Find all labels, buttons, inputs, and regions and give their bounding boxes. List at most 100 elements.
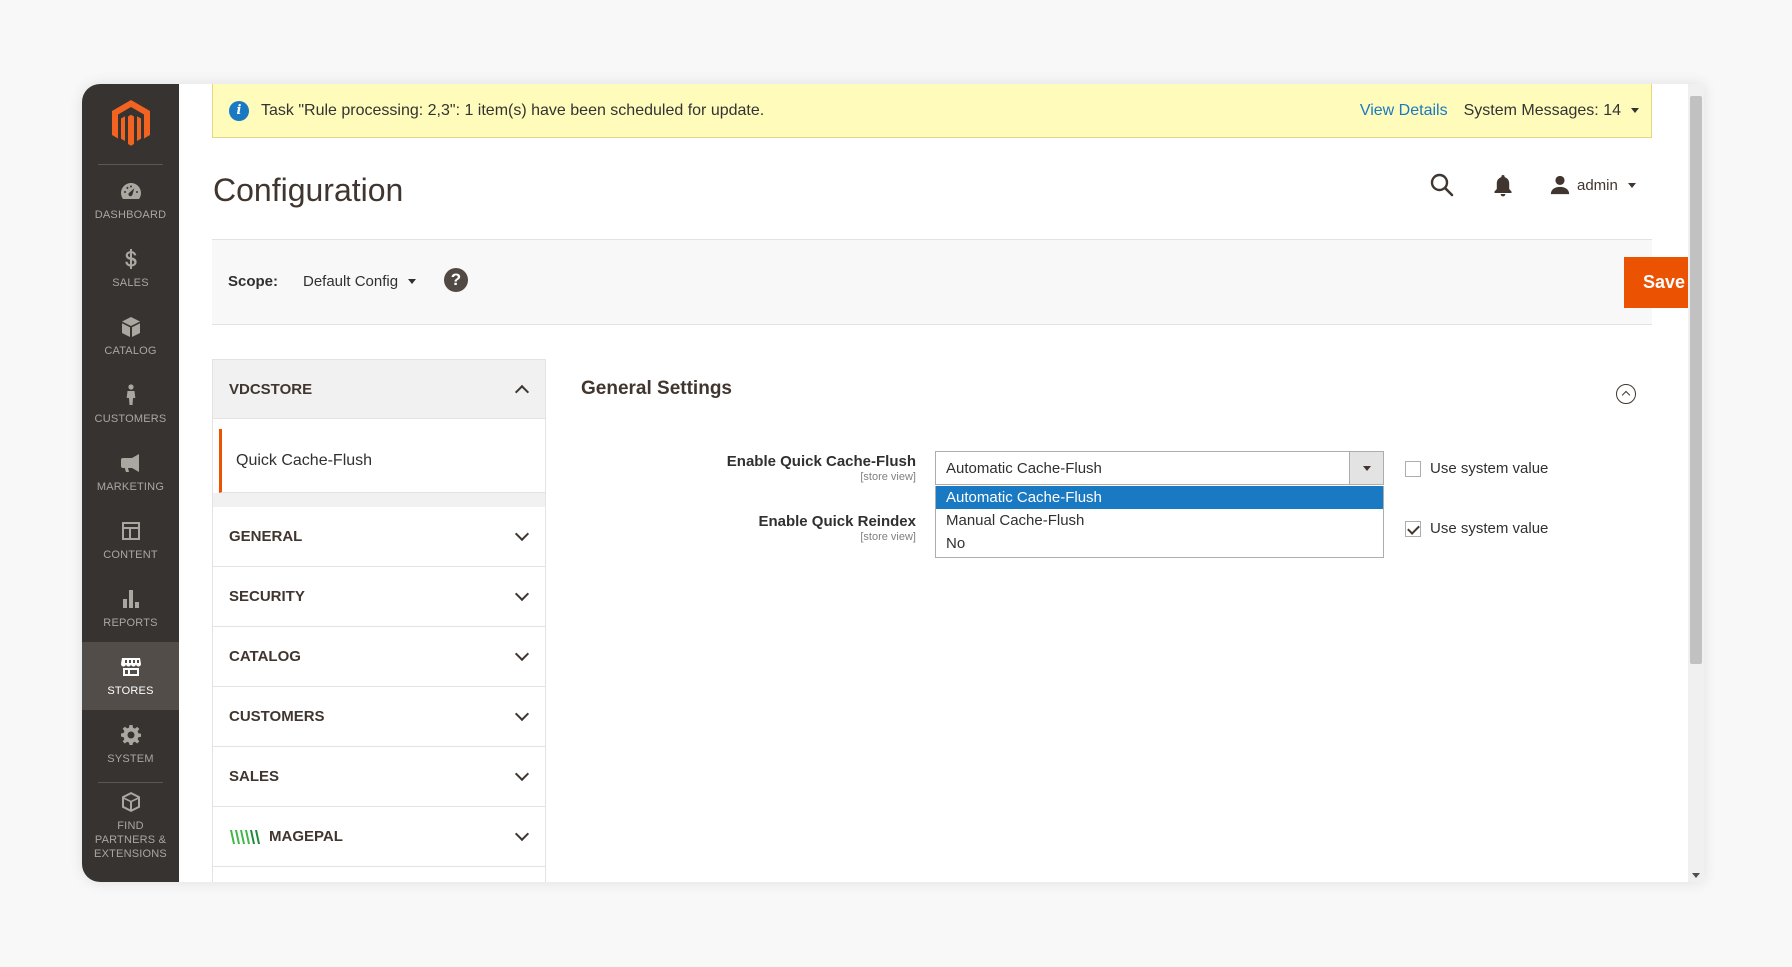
view-details-link[interactable]: View Details — [1360, 102, 1448, 120]
chevron-down-icon — [514, 706, 530, 722]
section-title: GENERAL — [229, 528, 303, 545]
sidebar-item-customers[interactable]: CUSTOMERS — [82, 370, 179, 438]
sidebar-item-reports[interactable]: REPORTS — [82, 574, 179, 642]
chevron-down-icon — [514, 526, 530, 542]
use-system-checkbox[interactable] — [1405, 520, 1421, 537]
dashboard-icon — [120, 182, 141, 199]
page-title: Configuration — [213, 172, 404, 208]
tab-section-vdcstore[interactable]: VDCSTORE — [213, 359, 545, 419]
sidebar-item-label: MARKETING — [96, 480, 165, 493]
chevron-up-icon — [514, 384, 530, 400]
layout-icon — [121, 521, 140, 540]
sidebar-item-marketing[interactable]: MARKETING — [82, 438, 179, 506]
info-icon: i — [229, 100, 249, 121]
extension-box-icon — [121, 791, 140, 812]
admin-window: DASHBOARD SALES CATALOG CUSTOMERS MARKET… — [82, 84, 1704, 882]
chevron-down-icon — [514, 646, 530, 662]
admin-user-menu[interactable]: admin — [1549, 174, 1636, 196]
section-title: SALES — [229, 768, 280, 785]
quick-cache-flush-select[interactable]: Automatic Cache-Flush — [935, 451, 1384, 485]
box-icon — [121, 316, 140, 337]
use-system-label: Use system value — [1430, 460, 1549, 477]
section-title: MAGEPAL — [269, 828, 343, 845]
scope-caret-icon — [408, 279, 417, 284]
tab-section-customers[interactable]: CUSTOMERS — [213, 687, 545, 747]
tab-section-magepal[interactable]: MAGEPAL — [213, 807, 545, 867]
group-title[interactable]: General Settings — [581, 378, 732, 400]
help-icon[interactable]: ? — [444, 268, 468, 292]
system-messages-count[interactable]: System Messages: 14 — [1464, 102, 1621, 120]
field-scope-hint: [store view] — [860, 531, 916, 543]
tab-label: Quick Cache-Flush — [236, 451, 373, 469]
use-system-value-1[interactable]: Use system value — [1405, 460, 1548, 477]
use-system-value-2[interactable]: Use system value — [1405, 520, 1548, 537]
tab-section-general[interactable]: GENERAL — [213, 507, 545, 567]
person-icon — [126, 383, 135, 405]
magepal-brand: MAGEPAL — [229, 828, 343, 846]
select-value: Automatic Cache-Flush — [946, 459, 1102, 477]
chevron-down-icon — [1362, 465, 1371, 471]
scroll-down-arrow-icon[interactable] — [1692, 873, 1700, 878]
notice-message: Task "Rule processing: 2,3": 1 item(s) h… — [261, 101, 765, 119]
sidebar-item-label: SALES — [112, 276, 149, 289]
system-messages-caret-icon[interactable] — [1631, 108, 1639, 113]
sidebar-item-label: CONTENT — [103, 548, 158, 561]
tab-section-more — [213, 867, 545, 882]
chevron-down-icon — [514, 586, 530, 602]
sidebar-item-dashboard[interactable]: DASHBOARD — [82, 166, 179, 234]
use-system-checkbox[interactable] — [1405, 460, 1421, 477]
user-icon — [1550, 175, 1570, 195]
section-title: VDCSTORE — [229, 380, 313, 398]
system-notice-bar: i Task "Rule processing: 2,3": 1 item(s)… — [212, 84, 1652, 138]
admin-caret-icon — [1627, 182, 1636, 188]
select-dropdown-list: Automatic Cache-Flush Manual Cache-Flush… — [935, 486, 1384, 558]
sidebar-item-find-partners[interactable]: FIND PARTNERS & EXTENSIONS — [82, 786, 179, 864]
select-toggle[interactable] — [1349, 452, 1383, 484]
config-tabs-nav: VDCSTORE Quick Cache-Flush GENERAL SECUR… — [212, 359, 546, 882]
field-scope-hint: [store view] — [860, 471, 916, 483]
scope-value: Default Config — [303, 273, 399, 290]
sidebar-item-content[interactable]: CONTENT — [82, 506, 179, 574]
section-title: CUSTOMERS — [229, 708, 325, 725]
sidebar-item-system[interactable]: SYSTEM — [82, 710, 179, 778]
sidebar-item-catalog[interactable]: CATALOG — [82, 302, 179, 370]
dropdown-option[interactable]: Automatic Cache-Flush — [936, 486, 1383, 509]
tab-section-security[interactable]: SECURITY — [213, 567, 545, 627]
sidebar-item-label: REPORTS — [103, 616, 158, 629]
tab-section-sales[interactable]: SALES — [213, 747, 545, 807]
dropdown-option[interactable]: Manual Cache-Flush — [936, 509, 1383, 532]
search-icon[interactable] — [1429, 172, 1455, 198]
admin-username: admin — [1577, 176, 1618, 194]
page-scrollbar[interactable] — [1688, 84, 1704, 882]
scrollbar-thumb[interactable] — [1690, 96, 1702, 664]
admin-sidebar: DASHBOARD SALES CATALOG CUSTOMERS MARKET… — [82, 84, 179, 882]
nav-spacer — [213, 493, 545, 507]
storefront-icon — [120, 657, 141, 676]
bell-icon[interactable] — [1490, 172, 1516, 198]
sidebar-item-sales[interactable]: SALES — [82, 234, 179, 302]
section-title: CATALOG — [229, 648, 301, 665]
sidebar-item-label: SYSTEM — [107, 752, 154, 765]
magento-logo-icon[interactable] — [110, 98, 152, 148]
chevron-down-icon — [514, 766, 530, 782]
gear-icon — [120, 724, 141, 745]
scope-switcher[interactable]: Default Config — [303, 273, 428, 290]
magepal-logo-icon — [230, 829, 260, 844]
sidebar-item-stores[interactable]: STORES — [82, 642, 179, 710]
sidebar-item-label: CATALOG — [104, 344, 157, 357]
sidebar-item-label: FIND PARTNERS & EXTENSIONS — [94, 819, 167, 860]
sidebar-item-label: STORES — [107, 684, 154, 697]
sidebar-item-label: DASHBOARD — [94, 208, 167, 221]
collapse-circle-icon[interactable] — [1616, 384, 1636, 404]
scope-label: Scope: — [228, 273, 279, 290]
tab-section-catalog[interactable]: CATALOG — [213, 627, 545, 687]
tab-quick-cache-flush[interactable]: Quick Cache-Flush — [219, 429, 545, 493]
section-title: SECURITY — [229, 588, 305, 605]
scope-bar: Scope: Default Config ? Save Config — [212, 239, 1704, 325]
megaphone-icon — [120, 453, 139, 472]
bar-chart-icon — [122, 589, 139, 608]
logo-divider — [98, 164, 163, 165]
dropdown-option[interactable]: No — [936, 532, 1383, 555]
sidebar-divider — [98, 782, 163, 783]
field-label-quick-reindex: Enable Quick Reindex — [758, 513, 916, 530]
